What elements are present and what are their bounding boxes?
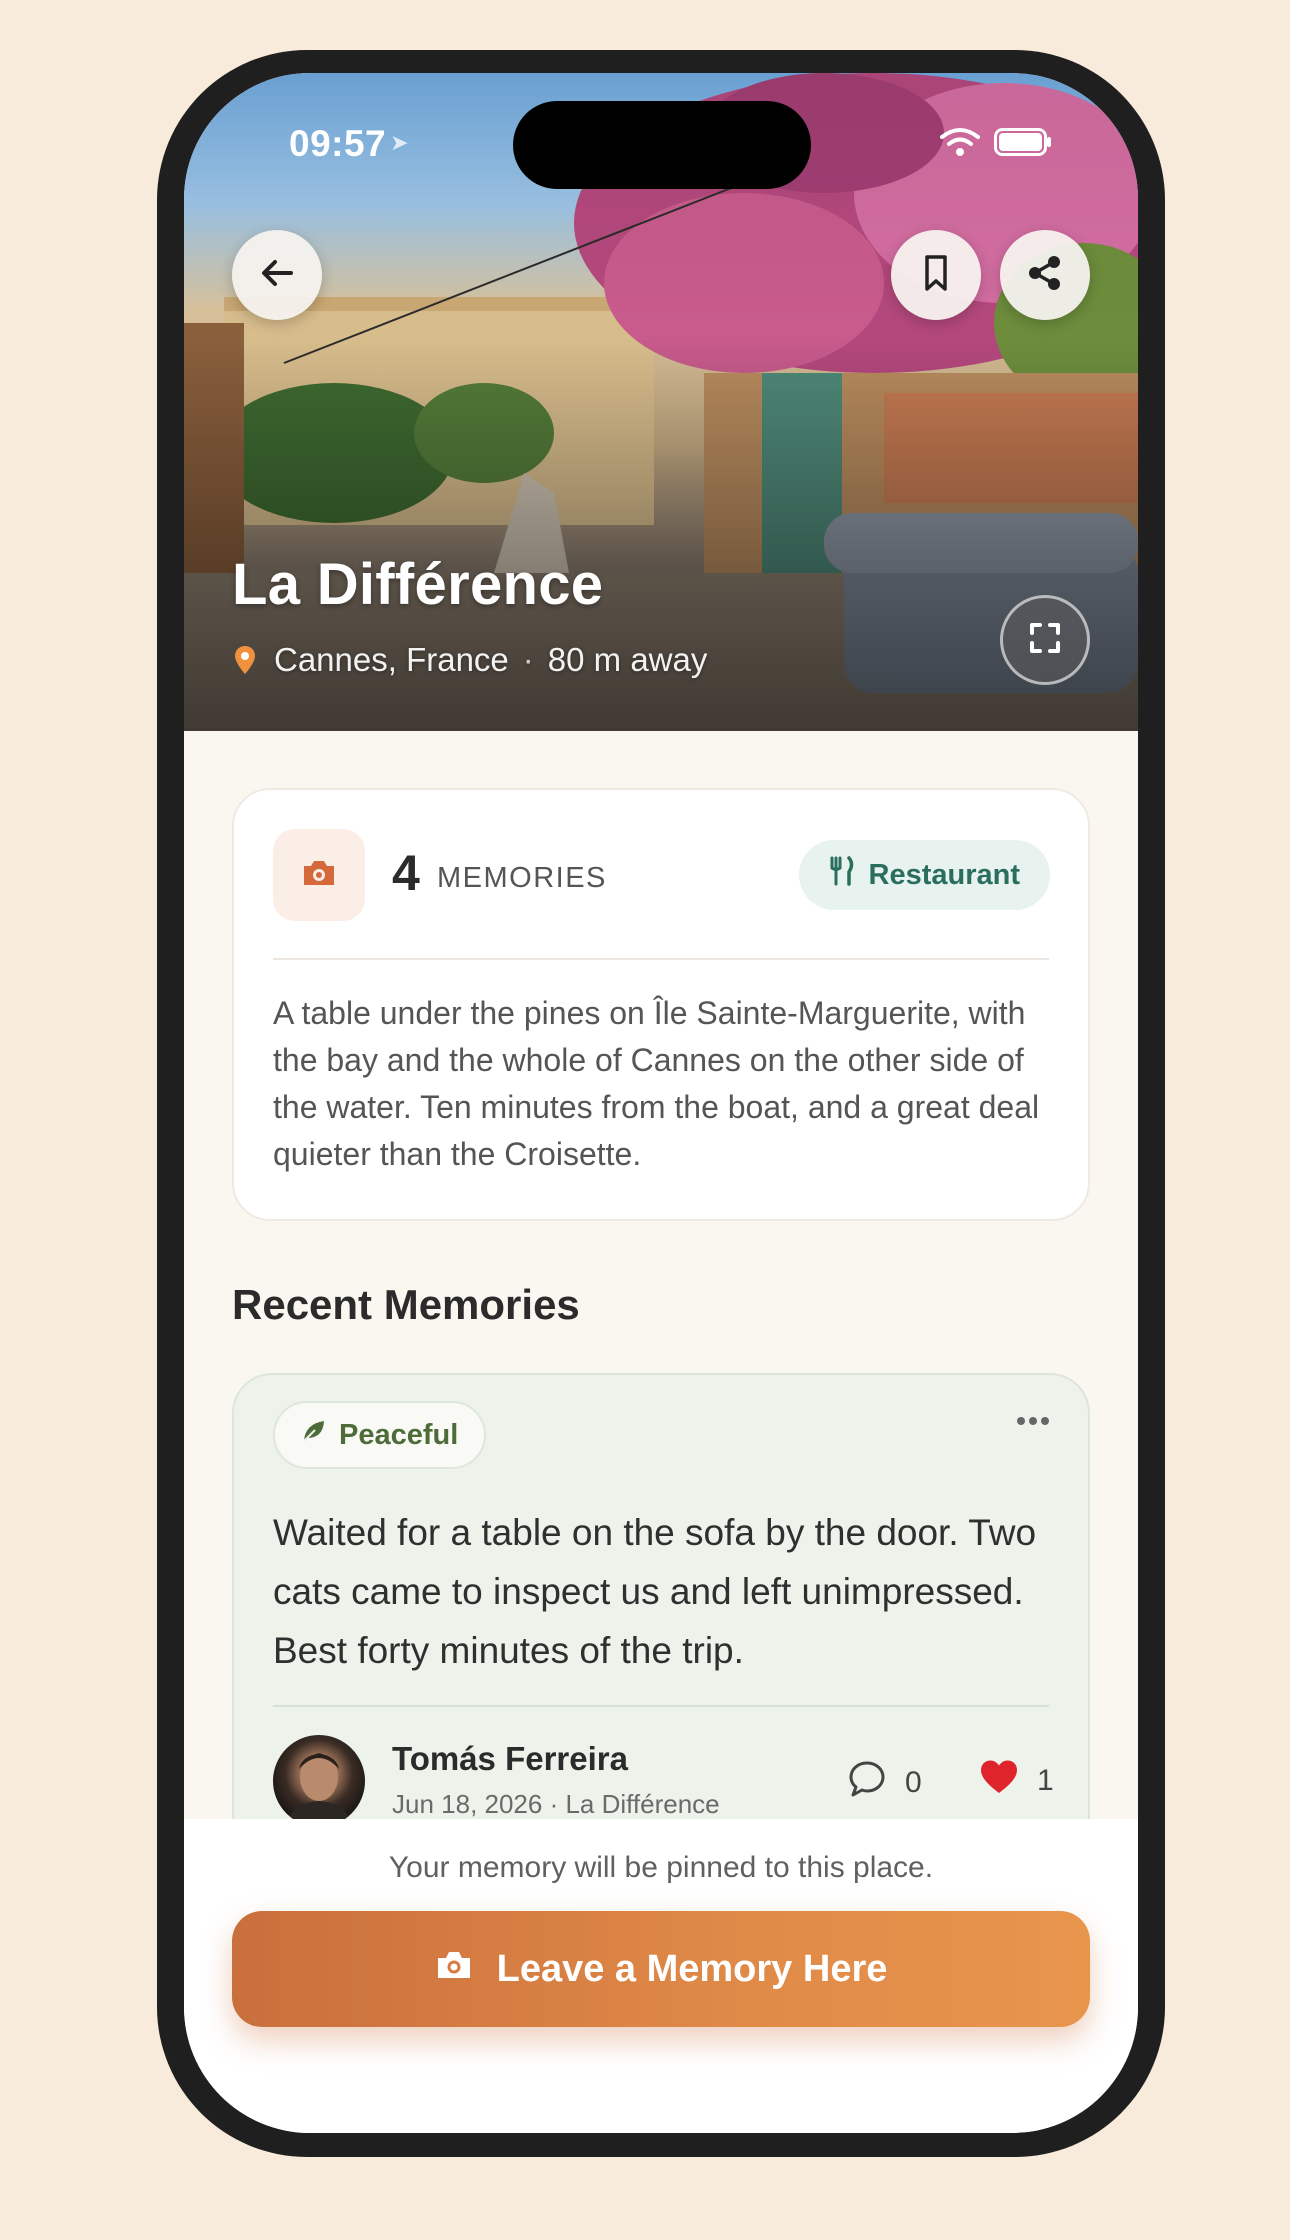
- memory-count: 4: [392, 845, 420, 901]
- place-meta: Cannes, France · 80 m away: [234, 641, 707, 679]
- status-time: 09:57 ➤: [289, 123, 410, 164]
- back-button[interactable]: [232, 230, 322, 320]
- back-arrow-icon: [257, 253, 297, 298]
- place-distance: 80 m away: [547, 641, 708, 678]
- share-button[interactable]: [1000, 230, 1090, 320]
- share-icon: [1025, 253, 1065, 298]
- place-info-card: 4 MEMORIES Restaurant A table under the …: [232, 788, 1090, 1221]
- wifi-icon: [940, 127, 980, 162]
- card-divider: [273, 958, 1049, 960]
- camera-icon: [435, 1948, 473, 1991]
- comment-button[interactable]: 0: [847, 1759, 922, 1807]
- location-arrow-icon: ➤: [390, 130, 410, 155]
- place-location: Cannes, France: [274, 641, 509, 678]
- mood-label: Peaceful: [339, 1418, 459, 1451]
- mood-chip: Peaceful: [273, 1401, 487, 1469]
- leave-memory-label: Leave a Memory Here: [496, 1947, 888, 1990]
- heart-icon: [979, 1759, 1019, 1803]
- memory-text: Waited for a table on the sofa by the do…: [273, 1512, 1037, 1671]
- battery-icon: [994, 128, 1052, 161]
- place-title: La Différence: [232, 552, 604, 617]
- pin-note: Your memory will be pinned to this place…: [388, 1851, 934, 1884]
- place-description: A table under the pines on Île Sainte-Ma…: [273, 995, 1040, 1172]
- comment-icon: [847, 1759, 887, 1807]
- camera-icon: [301, 858, 337, 893]
- category-chip[interactable]: Restaurant: [798, 840, 1050, 910]
- memory-meta: Jun 18, 2026 · La Différence: [392, 1789, 720, 1819]
- location-pin-icon: [234, 645, 256, 675]
- leave-memory-button[interactable]: Leave a Memory Here: [232, 1911, 1090, 2027]
- dynamic-island: [513, 101, 811, 189]
- comment-count: 0: [905, 1766, 922, 1799]
- avatar[interactable]: [273, 1735, 365, 1827]
- expand-icon: [1028, 621, 1062, 660]
- recent-memories-heading: Recent Memories: [232, 1281, 580, 1328]
- like-button[interactable]: 1: [979, 1759, 1054, 1803]
- leaf-icon: [301, 1418, 327, 1452]
- bookmark-button[interactable]: [891, 230, 981, 320]
- author-name[interactable]: Tomás Ferreira: [392, 1740, 628, 1778]
- category-label: Restaurant: [868, 858, 1021, 891]
- meta-separator: ·: [522, 641, 534, 678]
- memories-icon-box: [273, 829, 365, 921]
- expand-photo-button[interactable]: [1000, 595, 1090, 685]
- bookmark-icon: [919, 254, 953, 297]
- like-count: 1: [1037, 1764, 1054, 1797]
- memory-card[interactable]: Peaceful Waited for a table on the sofa …: [232, 1373, 1090, 1893]
- memory-count-label: MEMORIES: [437, 862, 607, 894]
- app-screen: 09:57 ➤ La Différence Cannes, France · 8…: [184, 73, 1138, 2133]
- more-icon[interactable]: [1016, 1413, 1050, 1431]
- status-icons: [940, 127, 1052, 162]
- memory-divider: [273, 1705, 1049, 1707]
- utensils-icon: [829, 856, 855, 894]
- bottom-action-bar: Your memory will be pinned to this place…: [184, 1819, 1138, 2133]
